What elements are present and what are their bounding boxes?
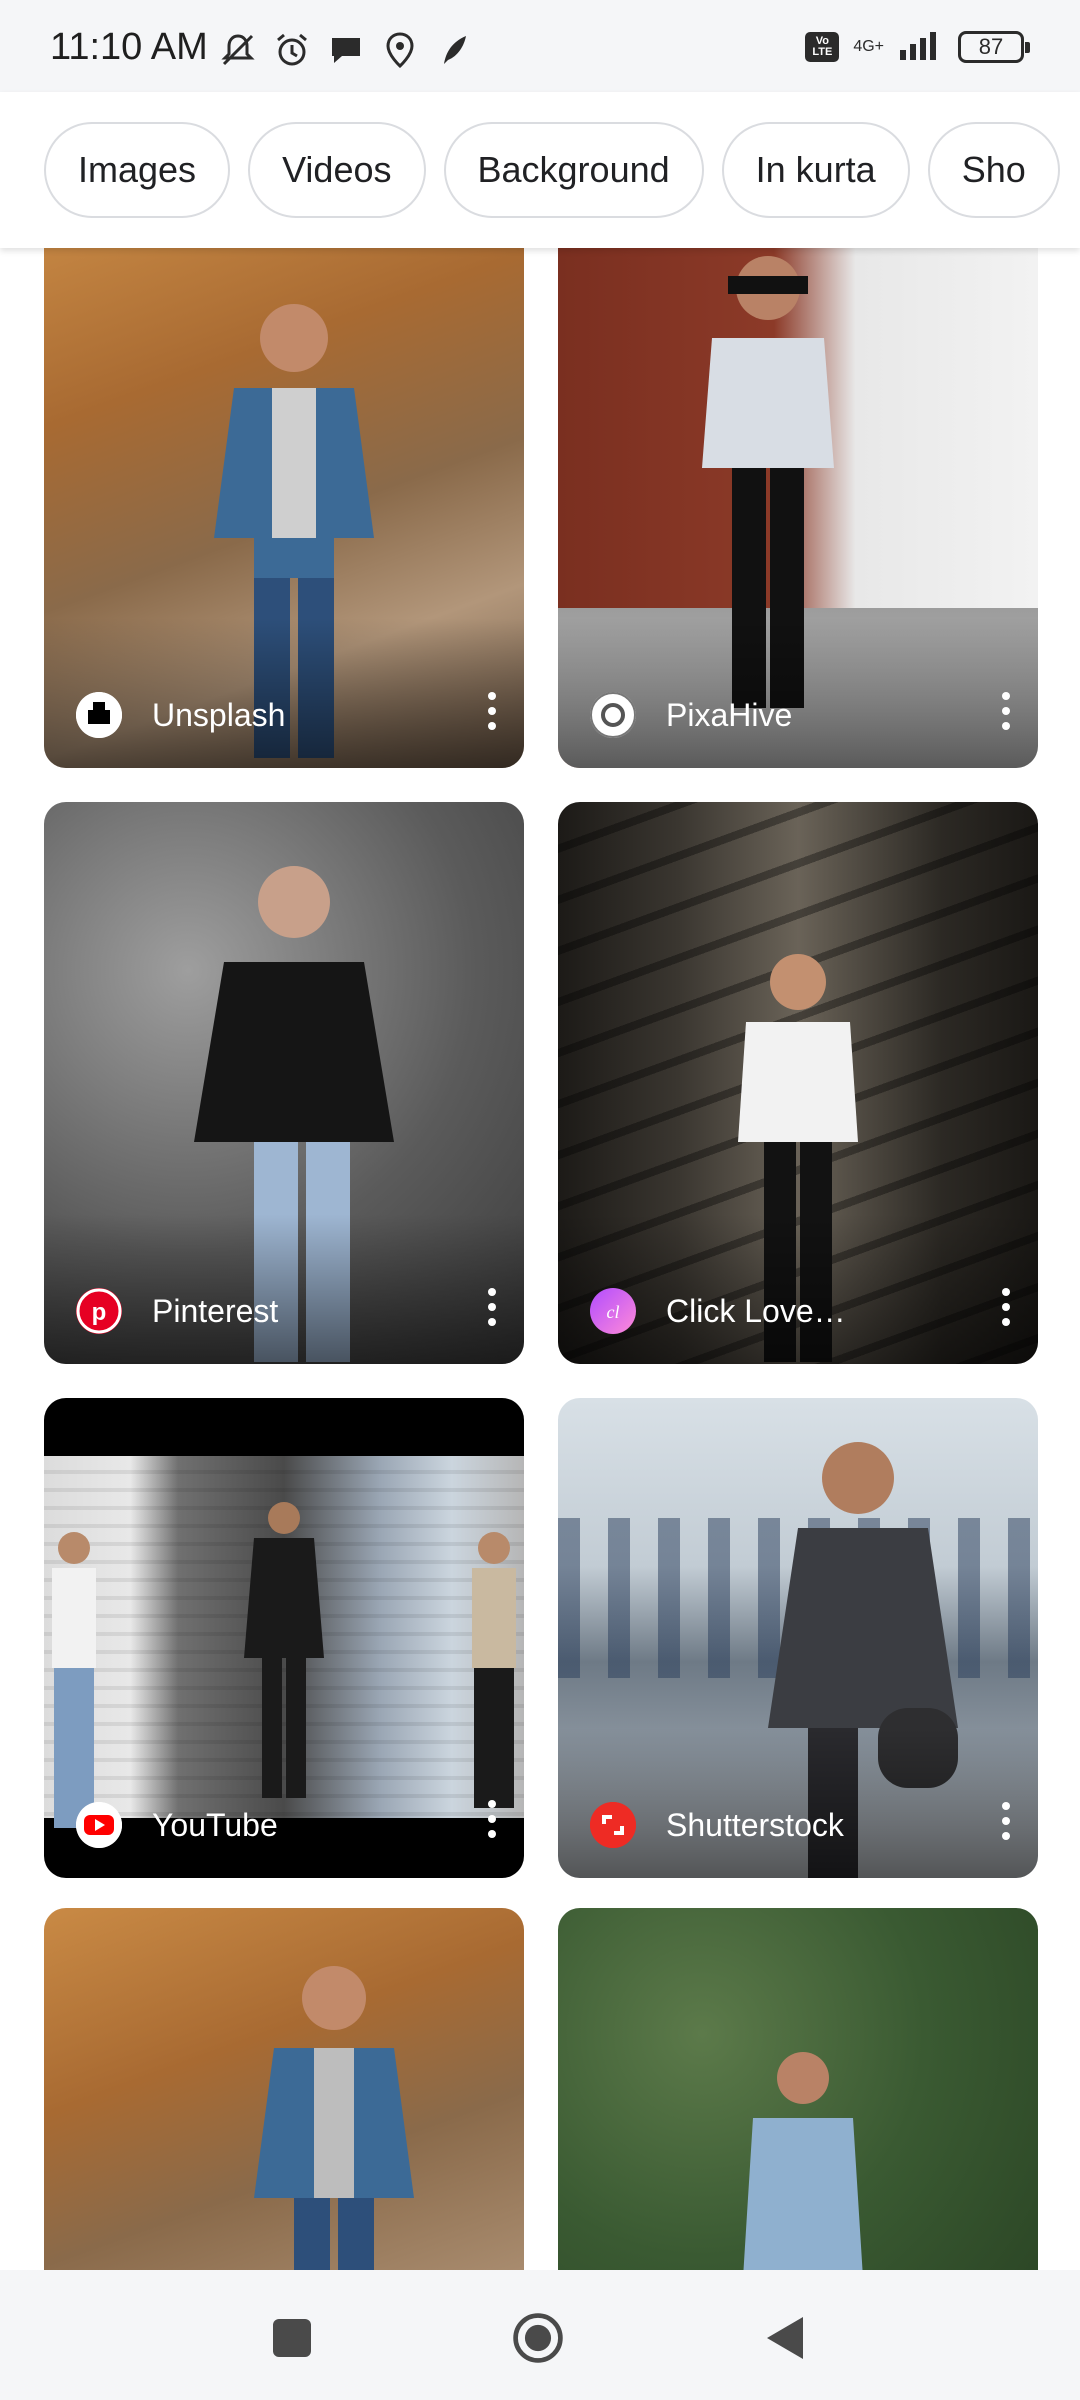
network-type: 4G+ bbox=[853, 37, 884, 55]
signal-icon bbox=[898, 28, 944, 65]
shutterstock-icon bbox=[590, 1802, 636, 1848]
unsplash-icon bbox=[76, 692, 122, 738]
person-figure bbox=[234, 1498, 334, 1803]
source-name: Pinterest bbox=[152, 1292, 279, 1329]
clicklove-icon: cl bbox=[590, 1288, 636, 1334]
volte-badge: Vo LTE bbox=[805, 31, 840, 62]
source-name: PixaHive bbox=[666, 696, 793, 733]
battery-level: 87 bbox=[978, 33, 1004, 59]
more-options-icon[interactable] bbox=[486, 1800, 498, 1838]
image-result-card[interactable]: Unsplash bbox=[44, 248, 524, 768]
chat-icon bbox=[326, 30, 366, 70]
chip-in-kurta[interactable]: In kurta bbox=[721, 122, 910, 218]
image-result-card[interactable]: PixaHive bbox=[558, 248, 1038, 768]
system-nav-bar bbox=[0, 2270, 1080, 2400]
chip-images[interactable]: Images bbox=[44, 122, 231, 218]
feather-icon bbox=[434, 30, 474, 70]
source-name: Shutterstock bbox=[666, 1806, 844, 1843]
youtube-icon bbox=[76, 1802, 122, 1848]
more-options-icon[interactable] bbox=[1000, 1802, 1012, 1840]
person-figure bbox=[728, 2048, 878, 2270]
status-bar: 11:10 AM Vo LTE 4G+ 87 bbox=[0, 0, 1080, 92]
person-figure bbox=[44, 1528, 104, 1833]
chip-videos[interactable]: Videos bbox=[248, 122, 426, 218]
more-options-icon[interactable] bbox=[1000, 692, 1012, 730]
alarm-icon bbox=[272, 30, 312, 70]
image-result-card[interactable] bbox=[558, 1908, 1038, 2270]
pinterest-icon: p bbox=[76, 1288, 122, 1334]
image-result-card[interactable]: Shutterstock bbox=[558, 1398, 1038, 1878]
image-result-card[interactable]: p Pinterest bbox=[44, 802, 524, 1364]
svg-text:cl: cl bbox=[607, 1302, 620, 1322]
person-figure bbox=[234, 1958, 434, 2270]
circle-icon[interactable] bbox=[510, 2310, 566, 2366]
triangle-back-icon[interactable] bbox=[758, 2310, 814, 2366]
status-time: 11:10 AM bbox=[50, 26, 208, 68]
square-icon[interactable] bbox=[264, 2310, 320, 2366]
image-result-card[interactable] bbox=[44, 1908, 524, 2270]
image-result-card[interactable]: YouTube bbox=[44, 1398, 524, 1878]
more-options-icon[interactable] bbox=[486, 1288, 498, 1326]
person-figure bbox=[464, 1528, 524, 1813]
svg-text:p: p bbox=[92, 1299, 107, 1326]
source-name: YouTube bbox=[152, 1806, 278, 1843]
chip-sho[interactable]: Sho bbox=[927, 122, 1060, 218]
mute-icon bbox=[218, 30, 258, 70]
source-name: Unsplash bbox=[152, 696, 286, 733]
image-results-grid: Unsplash PixaHive p Pinterest cl Click L… bbox=[0, 248, 1080, 2270]
more-options-icon[interactable] bbox=[486, 692, 498, 730]
location-icon bbox=[380, 30, 420, 70]
image-result-card[interactable]: cl Click Love… bbox=[558, 802, 1038, 1364]
source-name: Click Love… bbox=[666, 1292, 846, 1329]
more-options-icon[interactable] bbox=[1000, 1288, 1012, 1326]
chip-background[interactable]: Background bbox=[443, 122, 704, 218]
filter-chips-bar: Images Videos Background In kurta Sho bbox=[0, 92, 1080, 248]
pixahive-icon bbox=[590, 692, 636, 738]
battery-icon: 87 bbox=[958, 30, 1030, 63]
